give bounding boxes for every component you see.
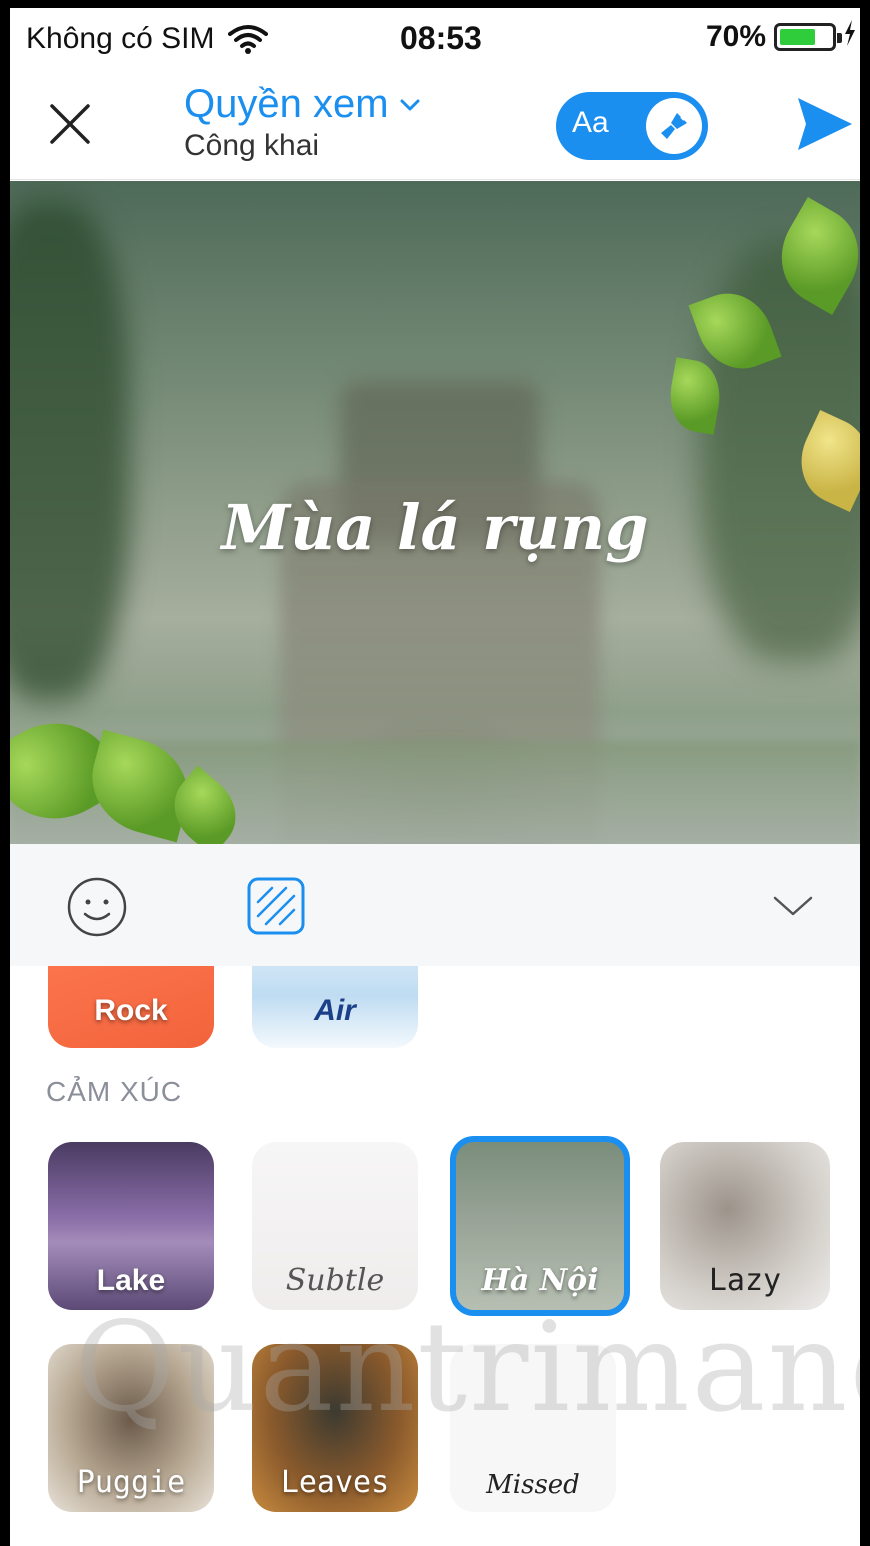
status-bar: Không có SIM 08:53 70% bbox=[10, 8, 860, 70]
text-style-toggle[interactable]: Aa bbox=[556, 92, 708, 160]
toggle-label: Aa bbox=[572, 106, 609, 139]
chevron-down-icon bbox=[773, 896, 813, 916]
composer-toolbar bbox=[10, 844, 860, 966]
send-icon bbox=[798, 98, 852, 150]
background-tile-air[interactable]: Air bbox=[252, 966, 418, 1048]
privacy-selector[interactable]: Quyền xem Công khai bbox=[184, 82, 421, 163]
post-canvas[interactable]: Mùa lá rụng bbox=[10, 181, 860, 844]
charging-icon bbox=[844, 20, 856, 54]
tile-label: Lazy bbox=[708, 1263, 782, 1298]
close-icon bbox=[50, 104, 90, 144]
tile-label: Hà Nội bbox=[481, 1263, 599, 1298]
privacy-title: Quyền xem bbox=[184, 82, 389, 126]
battery-icon bbox=[774, 23, 842, 51]
tile-label: Subtle bbox=[285, 1263, 385, 1298]
background-panel: Rock Air CẢM XÚC Lake Subtle Hà Nội Lazy… bbox=[10, 966, 860, 1546]
tile-label: Lake bbox=[96, 1264, 166, 1297]
background-tile-subtle[interactable]: Subtle bbox=[252, 1142, 418, 1310]
tile-label: Rock bbox=[94, 994, 168, 1027]
wifi-icon bbox=[228, 24, 269, 54]
section-label: CẢM XÚC bbox=[46, 1076, 183, 1107]
tile-label: Missed bbox=[486, 1470, 580, 1500]
carrier-label: Không có SIM bbox=[26, 22, 215, 55]
emoji-button[interactable] bbox=[66, 876, 128, 938]
background-icon bbox=[247, 877, 305, 935]
tile-label: Puggie bbox=[76, 1465, 186, 1500]
tile-label: Air bbox=[314, 994, 356, 1027]
privacy-subtitle: Công khai bbox=[184, 129, 320, 162]
post-text[interactable]: Mùa lá rụng bbox=[10, 491, 860, 564]
emoji-icon bbox=[67, 877, 127, 937]
status-time: 08:53 bbox=[400, 20, 482, 56]
background-tile-hanoi-selected[interactable]: Hà Nội bbox=[450, 1136, 630, 1316]
close-button[interactable] bbox=[44, 98, 96, 150]
background-tile-lake[interactable]: Lake bbox=[48, 1142, 214, 1310]
background-tile-leaves[interactable]: Leaves bbox=[252, 1344, 418, 1512]
paint-brush-icon bbox=[646, 98, 702, 154]
background-tile-missed[interactable]: Missed bbox=[450, 1344, 616, 1512]
chevron-down-icon bbox=[400, 99, 420, 110]
background-tile-rock[interactable]: Rock bbox=[48, 966, 214, 1048]
send-button[interactable] bbox=[792, 92, 856, 156]
collapse-button[interactable] bbox=[772, 894, 814, 918]
background-tile-lazy[interactable]: Lazy bbox=[660, 1142, 830, 1310]
battery-percent: 70% bbox=[705, 20, 766, 53]
post-header: Quyền xem Công khai Aa bbox=[10, 70, 860, 180]
background-tile-puggie[interactable]: Puggie bbox=[48, 1344, 214, 1512]
background-button[interactable] bbox=[246, 876, 306, 936]
tile-label: Leaves bbox=[280, 1465, 390, 1500]
